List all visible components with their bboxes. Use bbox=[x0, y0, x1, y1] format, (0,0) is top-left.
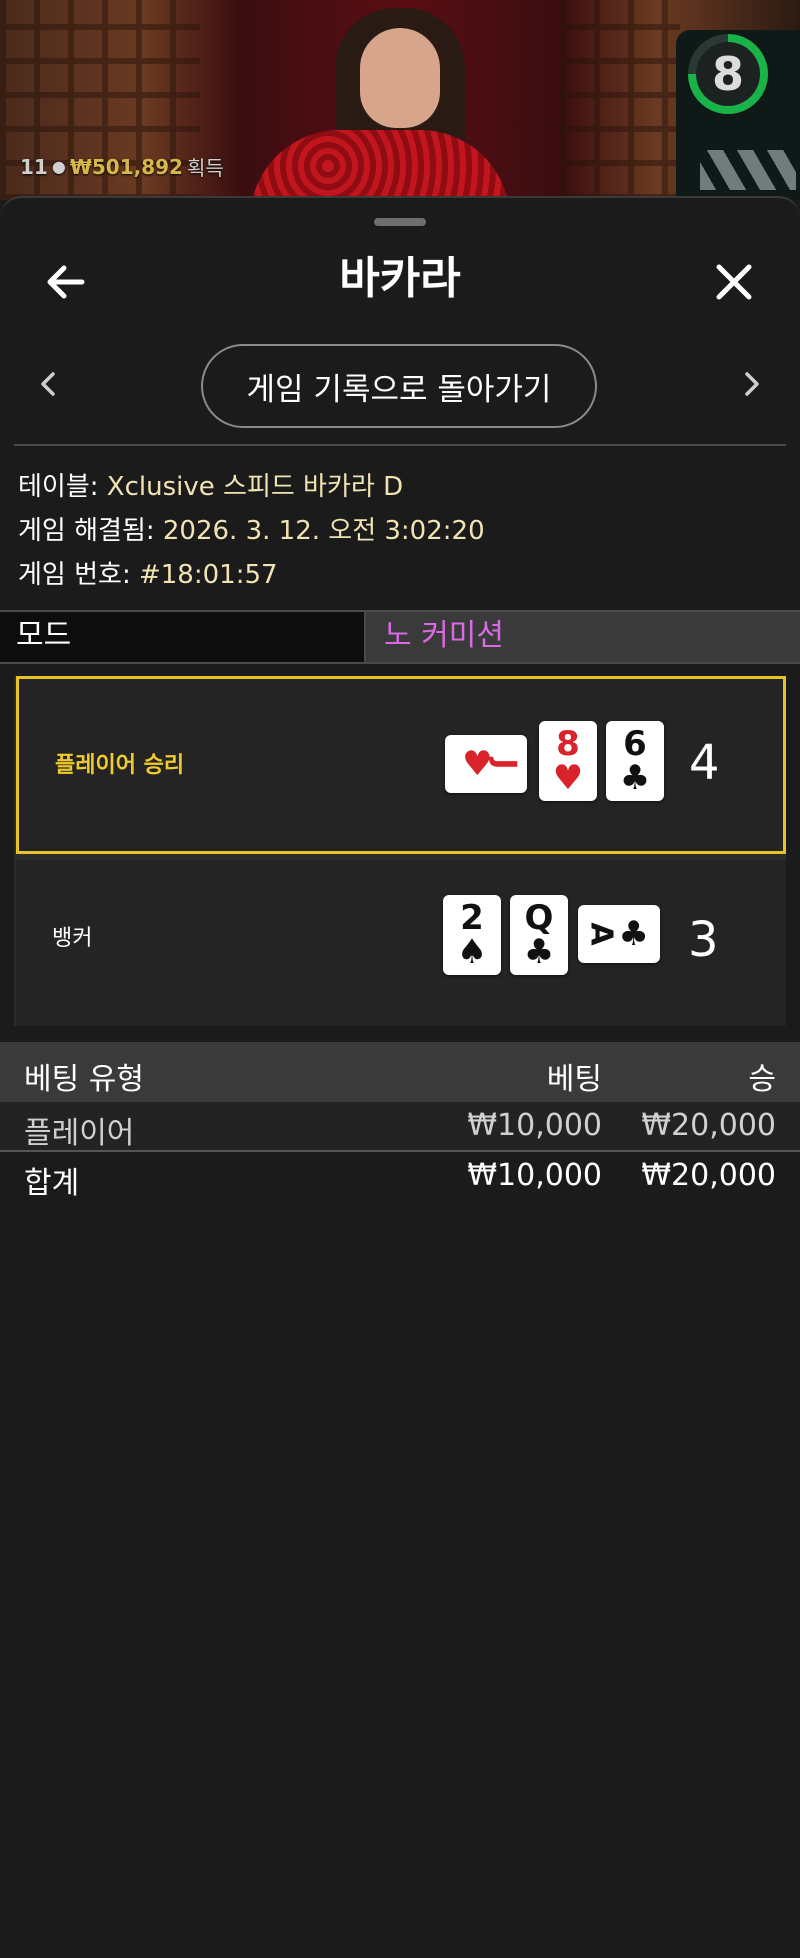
banker-card-1: 2 ♠ bbox=[443, 895, 501, 975]
person-icon: ● bbox=[51, 157, 66, 176]
card-rank: Q bbox=[524, 898, 554, 938]
return-to-history-button[interactable]: 게임 기록으로 돌아가기 bbox=[201, 344, 597, 428]
winners-label: 획득 bbox=[186, 156, 224, 180]
win-amount-cell: ₩20,000 bbox=[641, 1108, 776, 1143]
header-bet: 베팅 bbox=[546, 1062, 602, 1097]
dealer-dress bbox=[250, 130, 510, 200]
previous-game-button[interactable] bbox=[28, 364, 68, 404]
card-rank: A bbox=[583, 922, 619, 946]
info-table-value: Xclusive 스피드 바카라 D bbox=[106, 472, 404, 502]
divider bbox=[14, 444, 786, 446]
result-panel: 플레이어 승리 ♥ J 8 ♥ 6 ♣ 4 뱅커 2 ♠ Q ♣ A ♣ 3 bbox=[14, 676, 786, 1026]
card-rank: 8 bbox=[556, 724, 580, 764]
info-game-number-value: #18:01:57 bbox=[138, 560, 278, 590]
banker-score: 3 bbox=[688, 912, 719, 968]
mode-value: 노 커미션 bbox=[366, 612, 800, 662]
card-suit: ♥ bbox=[552, 758, 584, 798]
winners-amount: ₩501,892 bbox=[69, 154, 183, 179]
info-table: 테이블: Xclusive 스피드 바카라 D bbox=[18, 466, 403, 503]
player-card-2: 8 ♥ bbox=[539, 721, 597, 801]
drag-handle[interactable] bbox=[374, 218, 426, 226]
player-result-label: 플레이어 승리 bbox=[55, 753, 185, 778]
close-icon bbox=[716, 264, 752, 300]
live-video-feed: 8 11 ● ₩501,892 획득 bbox=[0, 0, 800, 200]
winners-ticker: 11 ● ₩501,892 획득 bbox=[20, 152, 224, 181]
decor-lattice bbox=[560, 0, 680, 200]
mode-label: 모드 bbox=[0, 612, 366, 662]
table-row: 플레이어 ₩10,000 ₩20,000 bbox=[0, 1102, 800, 1152]
bet-type-cell: 플레이어 bbox=[24, 1116, 135, 1151]
header-win: 승 bbox=[748, 1062, 776, 1097]
chevron-right-icon bbox=[745, 372, 759, 396]
total-row: 합계 ₩10,000 ₩20,000 bbox=[0, 1152, 800, 1201]
timer-value: 8 bbox=[696, 42, 760, 106]
player-card-1: ♥ J bbox=[445, 735, 527, 793]
total-label: 합계 bbox=[24, 1166, 80, 1201]
total-bet: ₩10,000 bbox=[467, 1158, 602, 1193]
chevron-left-icon bbox=[41, 372, 55, 396]
player-hand-row: 플레이어 승리 ♥ J 8 ♥ 6 ♣ 4 bbox=[16, 676, 786, 854]
info-resolved-value: 2026. 3. 12. 오전 3:02:20 bbox=[162, 516, 485, 546]
banker-card-2: Q ♣ bbox=[510, 895, 568, 975]
info-resolved-label: 게임 해결됨: bbox=[18, 516, 163, 546]
card-suit: ♠ bbox=[456, 932, 488, 972]
player-card-3: 6 ♣ bbox=[606, 721, 664, 801]
bet-amount-cell: ₩10,000 bbox=[467, 1108, 602, 1143]
header-bet-type: 베팅 유형 bbox=[24, 1062, 144, 1097]
card-rank: J bbox=[487, 758, 523, 770]
bets-table-header: 베팅 유형 베팅 승 bbox=[0, 1042, 800, 1102]
next-game-button[interactable] bbox=[732, 364, 772, 404]
card-suit: ♣ bbox=[523, 932, 555, 972]
info-game-number: 게임 번호: #18:01:57 bbox=[18, 554, 278, 591]
page-title: 바카라 bbox=[339, 253, 461, 304]
dealer-face bbox=[360, 28, 440, 128]
info-table-label: 테이블: bbox=[18, 472, 107, 502]
total-win: ₩20,000 bbox=[641, 1158, 776, 1193]
card-rank: 6 bbox=[623, 724, 647, 764]
banker-card-3: A ♣ bbox=[578, 905, 660, 963]
banker-hand-row: 뱅커 2 ♠ Q ♣ A ♣ 3 bbox=[16, 860, 786, 1026]
provider-logo bbox=[700, 150, 796, 190]
game-history-sheet: 바카라 게임 기록으로 돌아가기 테이블: Xclusive 스피드 바카라 D… bbox=[0, 196, 800, 1958]
countdown-timer: 8 bbox=[688, 34, 768, 114]
mode-row: 모드 노 커미션 bbox=[0, 610, 800, 664]
winners-count: 11 bbox=[20, 154, 48, 179]
player-score: 4 bbox=[689, 735, 720, 791]
card-suit: ♣ bbox=[618, 914, 649, 954]
card-suit: ♣ bbox=[619, 758, 651, 798]
close-button[interactable] bbox=[704, 252, 764, 312]
info-resolved: 게임 해결됨: 2026. 3. 12. 오전 3:02:20 bbox=[18, 510, 485, 547]
info-game-number-label: 게임 번호: bbox=[18, 560, 139, 590]
banker-label: 뱅커 bbox=[52, 926, 93, 951]
card-rank: 2 bbox=[460, 898, 484, 938]
